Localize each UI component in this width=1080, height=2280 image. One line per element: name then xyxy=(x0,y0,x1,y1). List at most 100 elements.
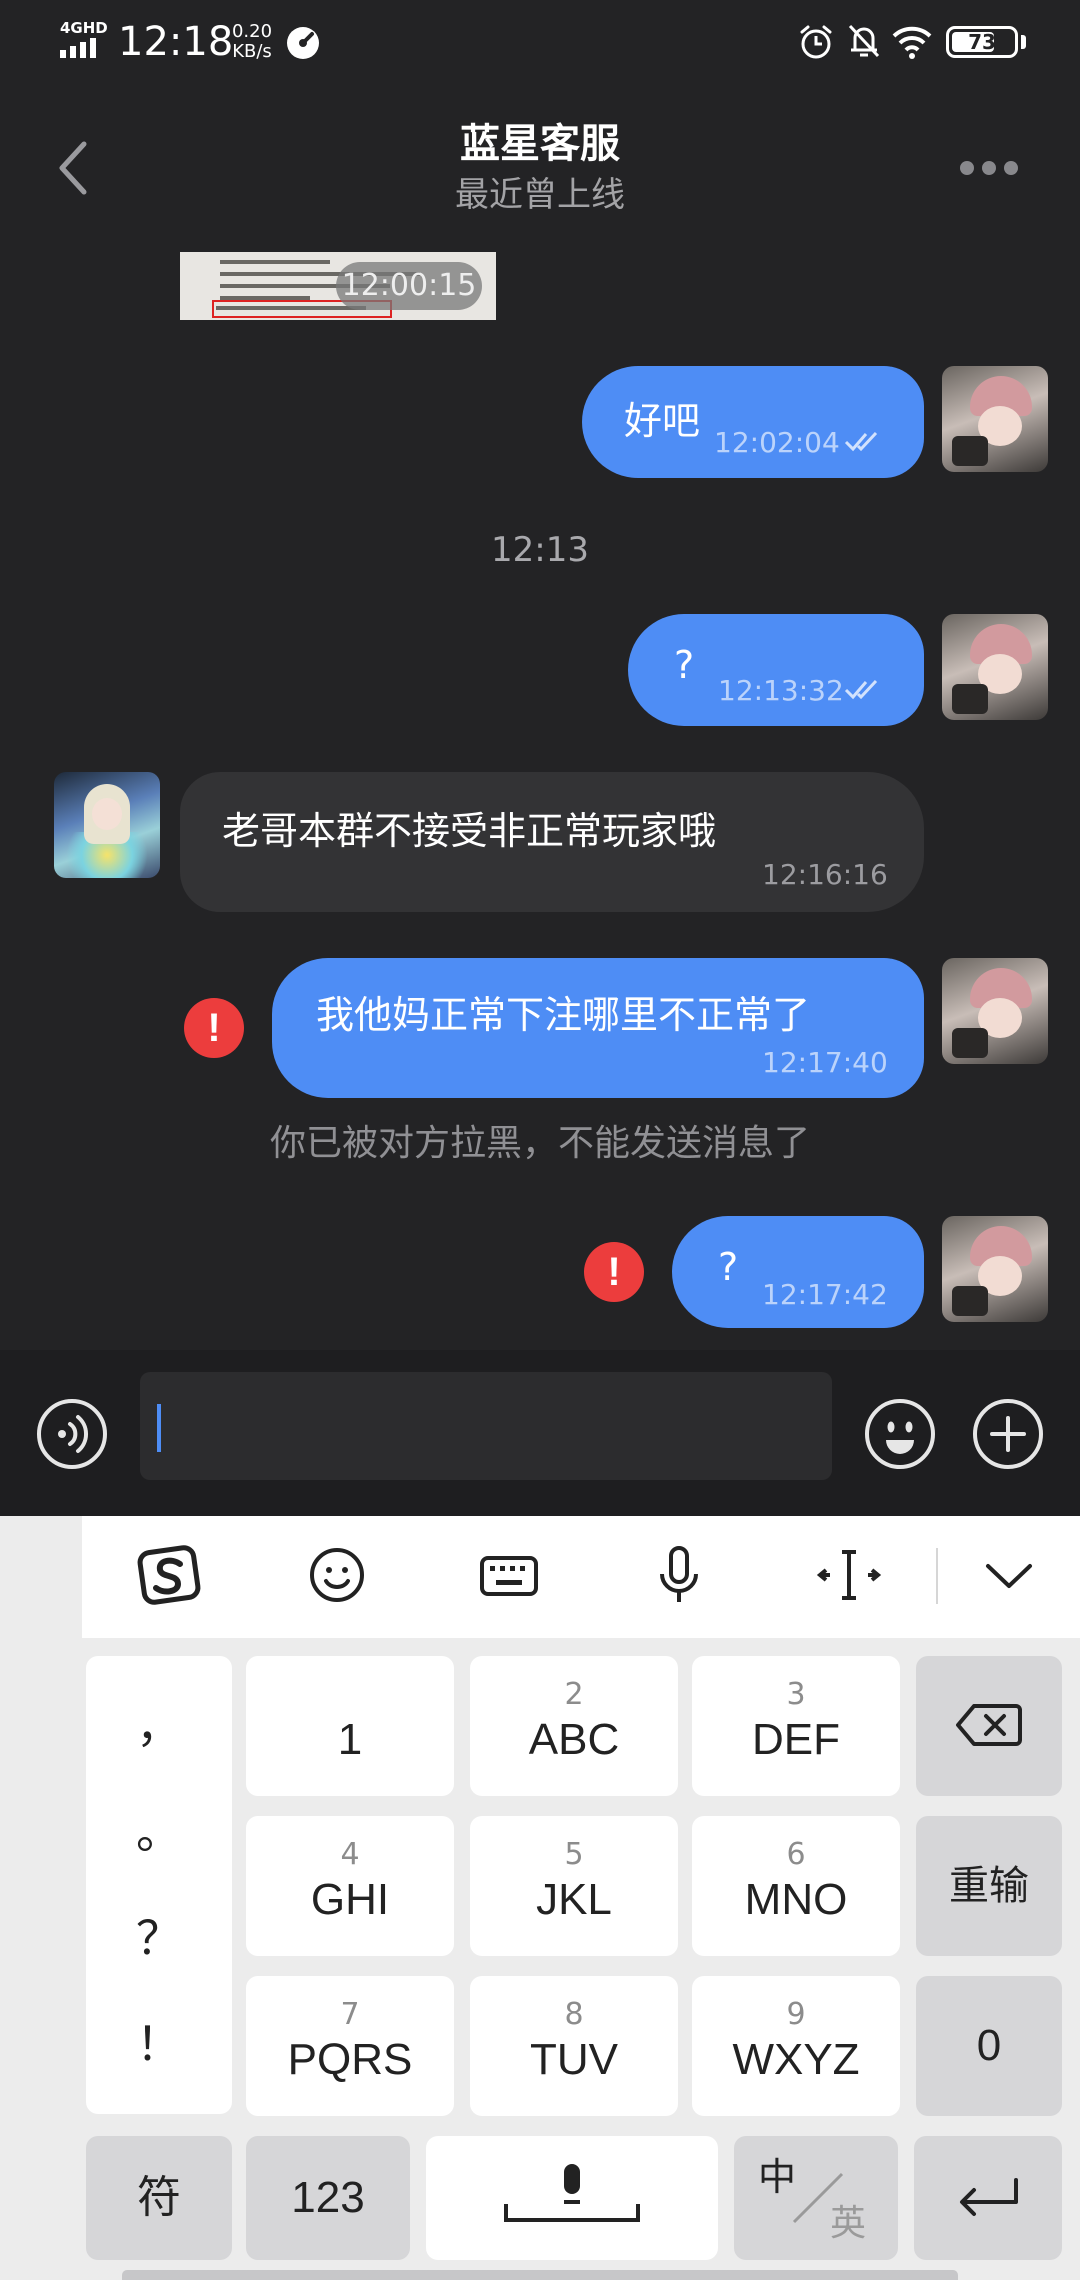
message-text: ? xyxy=(718,1245,739,1289)
key-label: 123 xyxy=(291,2173,365,2222)
key-label: MNO xyxy=(744,1875,848,1924)
key-9[interactable]: 9 WXYZ xyxy=(692,1976,900,2116)
chat-title: 蓝星客服 xyxy=(460,121,620,167)
read-receipt-icon xyxy=(844,679,878,700)
punctuation-key[interactable]: ， xyxy=(86,1698,232,1754)
more-options-button[interactable] xyxy=(960,150,1040,186)
outgoing-message[interactable]: ? 12:17:42 xyxy=(672,1216,924,1328)
key-number: 7 xyxy=(340,1997,360,2032)
microphone-icon xyxy=(504,2164,640,2222)
key-0[interactable]: 0 xyxy=(916,1976,1062,2116)
send-failed-icon[interactable]: ! xyxy=(184,998,244,1058)
punctuation-column: ， 。 ？ ！ xyxy=(86,1656,232,2114)
network-type: 4GHD xyxy=(60,19,108,37)
key-number: 4 xyxy=(340,1837,360,1872)
key-number: 2 xyxy=(564,1677,584,1712)
lang-en-label: 英 xyxy=(830,2203,867,2244)
key-number: 6 xyxy=(786,1837,806,1872)
key-number: 3 xyxy=(786,1677,806,1712)
key-label: PQRS xyxy=(287,2035,413,2084)
key-6[interactable]: 6 MNO xyxy=(692,1816,900,1956)
enter-key[interactable] xyxy=(914,2136,1062,2260)
chat-subtitle: 最近曾上线 xyxy=(455,175,625,215)
avatar[interactable] xyxy=(942,366,1048,472)
incoming-message[interactable]: 老哥本群不接受非正常玩家哦 12:16:16 xyxy=(180,772,924,912)
add-attachment-button[interactable] xyxy=(972,1398,1044,1470)
message-time: 12:13:32 xyxy=(718,674,844,707)
microphone-icon[interactable] xyxy=(644,1540,714,1610)
battery-icon: 73 xyxy=(946,26,1018,58)
keyboard-toolbar xyxy=(82,1516,1080,1638)
message-time: 12:00:15 xyxy=(336,262,482,310)
toolbar-separator xyxy=(936,1548,938,1604)
send-failed-icon[interactable]: ! xyxy=(584,1242,644,1302)
symbols-key[interactable]: 符 xyxy=(86,2136,232,2260)
space-key[interactable] xyxy=(426,2136,718,2260)
punctuation-key[interactable]: ？ xyxy=(86,1910,232,1966)
key-label: GHI xyxy=(310,1875,390,1924)
battery-tip xyxy=(1021,35,1026,49)
key-label: JKL xyxy=(536,1875,612,1924)
network-speed: 0.20 KB/s xyxy=(228,22,276,62)
text-cursor xyxy=(157,1404,161,1452)
alarm-icon xyxy=(800,25,832,59)
key-7[interactable]: 7 PQRS xyxy=(246,1976,454,2116)
message-text: 老哥本群不接受非正常玩家哦 xyxy=(222,809,717,853)
time-divider: 12:13 xyxy=(491,530,589,570)
message-text: 好吧 xyxy=(624,399,701,443)
signal-icon xyxy=(60,38,96,58)
sogou-logo-icon[interactable] xyxy=(134,1540,204,1610)
message-time: 12:02:04 xyxy=(714,426,840,459)
voice-input-button[interactable] xyxy=(36,1398,108,1470)
contact-avatar[interactable] xyxy=(54,772,160,878)
key-number: 8 xyxy=(564,1997,584,2032)
network-speed-unit: KB/s xyxy=(232,41,272,62)
retype-key[interactable]: 重输 xyxy=(916,1816,1062,1956)
keyboard-icon[interactable] xyxy=(474,1540,544,1610)
collapse-icon[interactable] xyxy=(974,1540,1044,1610)
key-2[interactable]: 2 ABC xyxy=(470,1656,678,1796)
cursor-move-icon[interactable] xyxy=(814,1540,884,1610)
backspace-key[interactable] xyxy=(916,1656,1062,1796)
network-speed-value: 0.20 xyxy=(231,21,273,42)
key-number: 9 xyxy=(786,1997,806,2032)
emoji-button[interactable] xyxy=(864,1398,936,1470)
key-1[interactable]: 1 xyxy=(246,1656,454,1796)
key-label: 重输 xyxy=(949,1863,1029,1909)
key-5[interactable]: 5 JKL xyxy=(470,1816,678,1956)
outgoing-message[interactable]: 好吧 12:02:04 xyxy=(582,366,924,478)
system-notice: 你已被对方拉黑，不能发送消息了 xyxy=(269,1123,810,1164)
avatar[interactable] xyxy=(942,958,1048,1064)
key-label: TUV xyxy=(530,2035,618,2084)
emoji-icon[interactable] xyxy=(302,1540,372,1610)
outgoing-message[interactable]: ? 12:13:32 xyxy=(628,614,924,726)
disc-icon xyxy=(287,27,319,59)
key-label: 0 xyxy=(976,2021,1002,2070)
battery-percent: 73 xyxy=(968,30,996,54)
message-time: 12:16:16 xyxy=(762,858,888,891)
key-label: DEF xyxy=(752,1715,840,1764)
numbers-key[interactable]: 123 xyxy=(246,2136,410,2260)
punctuation-key[interactable]: 。 xyxy=(86,1804,232,1860)
message-input[interactable] xyxy=(140,1372,832,1480)
mute-icon xyxy=(848,24,880,58)
language-switch-key[interactable]: 中 英 xyxy=(734,2136,898,2260)
key-number: 5 xyxy=(564,1837,584,1872)
read-receipt-icon xyxy=(844,431,878,452)
message-time: 12:17:42 xyxy=(762,1278,888,1311)
key-label: ABC xyxy=(528,1715,620,1764)
key-3[interactable]: 3 DEF xyxy=(692,1656,900,1796)
key-label: 符 xyxy=(137,2172,181,2223)
outgoing-message[interactable]: 我他妈正常下注哪里不正常了 12:17:40 xyxy=(272,958,924,1098)
avatar[interactable] xyxy=(942,1216,1048,1322)
message-time: 12:17:40 xyxy=(762,1046,888,1079)
wifi-icon xyxy=(892,26,932,59)
message-text: ? xyxy=(674,643,695,687)
key-4[interactable]: 4 GHI xyxy=(246,1816,454,1956)
message-text: 我他妈正常下注哪里不正常了 xyxy=(316,993,811,1037)
key-8[interactable]: 8 TUV xyxy=(470,1976,678,2116)
punctuation-key[interactable]: ！ xyxy=(86,2016,232,2072)
avatar[interactable] xyxy=(942,614,1048,720)
key-label: WXYZ xyxy=(732,2035,860,2084)
enter-icon xyxy=(960,2178,1018,2216)
